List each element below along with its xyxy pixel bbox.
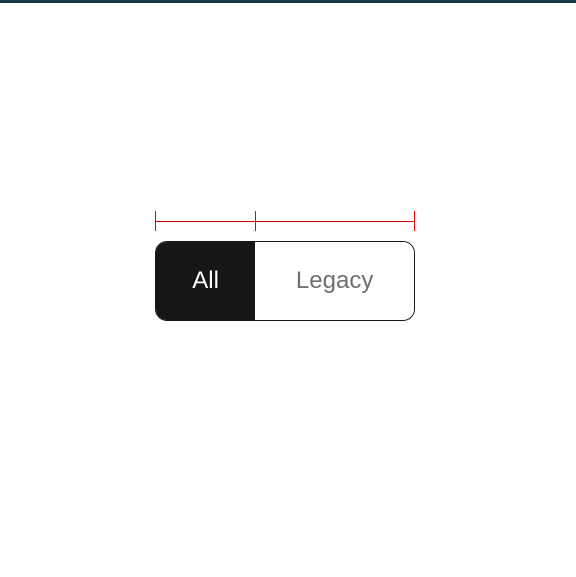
- segmented-control-demo: All Legacy: [155, 211, 415, 321]
- ruler-tick-divider: [255, 211, 256, 231]
- ruler-tick-end: [414, 211, 415, 231]
- measurement-ruler: [155, 211, 415, 231]
- segment-label: All: [192, 267, 219, 295]
- segment-all[interactable]: All: [156, 242, 255, 320]
- segment-label: Legacy: [296, 267, 373, 295]
- segmented-control: All Legacy: [155, 241, 415, 321]
- segment-legacy[interactable]: Legacy: [255, 242, 414, 320]
- ruler-line: [155, 221, 415, 222]
- ruler-tick-start: [155, 211, 156, 231]
